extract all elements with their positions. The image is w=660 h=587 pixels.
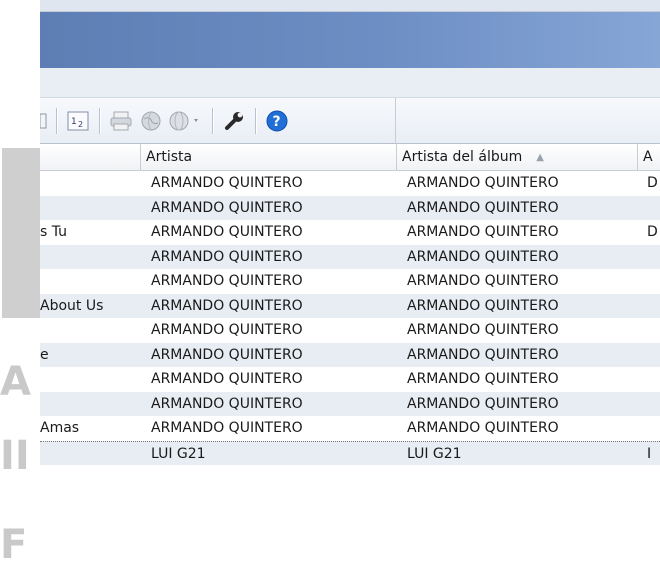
- toolbar-separator: [212, 108, 213, 134]
- watermark-letter: A: [0, 359, 31, 405]
- cell-album-artist: ARMANDO QUINTERO: [407, 199, 559, 216]
- sort-ascending-icon: ▲: [536, 152, 544, 163]
- partial-icon[interactable]: [40, 108, 48, 134]
- cell-artist: ARMANDO QUINTERO: [151, 199, 303, 216]
- cell-artist: ARMANDO QUINTERO: [151, 322, 303, 338]
- track-table: Artista Artista del álbum ▲ A ARMANDO QUI…: [40, 144, 660, 465]
- svg-text:1: 1: [71, 117, 77, 127]
- table-row[interactable]: ARMANDO QUINTERO ARMANDO QUINTERO: [40, 391, 660, 417]
- table-row[interactable]: ARMANDO QUINTERO ARMANDO QUINTERO: [40, 367, 660, 392]
- window-top-strip: [40, 0, 660, 12]
- toolbar-separator: [255, 108, 256, 134]
- cell-album: I: [647, 445, 652, 462]
- cell-album: [642, 318, 660, 343]
- cell-title: [40, 442, 136, 467]
- table-row[interactable]: ARMANDO QUINTERO ARMANDO QUINTERO D: [40, 171, 660, 196]
- title-bar: [40, 12, 660, 68]
- cell-artist: ARMANDO QUINTERO: [151, 248, 303, 265]
- svg-text:?: ?: [273, 114, 281, 130]
- cell-album: D: [647, 175, 658, 191]
- toolbar: 1 2 ?: [40, 98, 660, 144]
- cell-album: [642, 343, 660, 368]
- column-header-album-artist[interactable]: Artista del álbum ▲: [397, 144, 638, 171]
- cell-title: e: [40, 346, 49, 363]
- watermark-band: A II F: [0, 0, 40, 587]
- cell-artist: ARMANDO QUINTERO: [151, 420, 303, 436]
- cell-album-artist: ARMANDO QUINTERO: [407, 371, 559, 387]
- table-row[interactable]: Amas ARMANDO QUINTERO ARMANDO QUINTERO: [40, 416, 660, 441]
- column-header-artist[interactable]: Artista: [141, 144, 397, 171]
- cell-title: About Us: [40, 297, 104, 314]
- toolbar-divider: [395, 98, 396, 144]
- cell-album: [642, 392, 660, 417]
- cell-title: [40, 392, 136, 417]
- numbered-list-icon[interactable]: 1 2: [65, 108, 91, 134]
- cell-title: Amas: [40, 420, 80, 436]
- table-row[interactable]: LUI G21 LUI G21 I: [40, 440, 660, 467]
- table-row[interactable]: About Us ARMANDO QUINTERO ARMANDO QUINTERO: [40, 293, 660, 319]
- cell-album: [642, 294, 660, 319]
- toolbar-separator: [56, 108, 57, 134]
- cell-album: [642, 269, 660, 294]
- cell-album-artist: ARMANDO QUINTERO: [407, 224, 559, 240]
- cell-artist: ARMANDO QUINTERO: [151, 297, 303, 314]
- watermark-letter: F: [0, 522, 28, 568]
- cell-artist: ARMANDO QUINTERO: [151, 346, 303, 363]
- menu-bar: [40, 68, 660, 98]
- column-header-label: Artista del álbum: [402, 149, 523, 165]
- globe-dropdown-icon[interactable]: [168, 108, 204, 134]
- watermark-letter: II: [0, 433, 30, 479]
- wrench-icon[interactable]: [221, 108, 247, 134]
- table-body: ARMANDO QUINTERO ARMANDO QUINTERO D ARMANDO…: [40, 171, 660, 465]
- cell-artist: ARMANDO QUINTERO: [151, 395, 303, 412]
- cell-artist: ARMANDO QUINTERO: [151, 371, 303, 387]
- cell-title: [40, 269, 136, 294]
- column-header-label: Artista: [146, 149, 193, 165]
- cell-album-artist: LUI G21: [407, 445, 462, 462]
- watermark-bar: [2, 148, 40, 318]
- cell-title: [40, 245, 136, 270]
- cell-title: s Tu: [40, 224, 68, 240]
- help-icon[interactable]: ?: [264, 108, 290, 134]
- cell-album-artist: ARMANDO QUINTERO: [407, 248, 559, 265]
- cell-album-artist: ARMANDO QUINTERO: [407, 395, 559, 412]
- column-header-label: A: [643, 149, 653, 165]
- table-row[interactable]: e ARMANDO QUINTERO ARMANDO QUINTERO: [40, 342, 660, 368]
- cell-title: [40, 367, 136, 392]
- cell-title: [40, 196, 136, 221]
- cell-artist: ARMANDO QUINTERO: [151, 175, 303, 191]
- table-row[interactable]: ARMANDO QUINTERO ARMANDO QUINTERO: [40, 269, 660, 294]
- cell-album: [642, 367, 660, 392]
- table-row[interactable]: ARMANDO QUINTERO ARMANDO QUINTERO: [40, 318, 660, 343]
- cell-album-artist: ARMANDO QUINTERO: [407, 322, 559, 338]
- cell-album: D: [647, 224, 658, 240]
- cell-album-artist: ARMANDO QUINTERO: [407, 346, 559, 363]
- cell-album-artist: ARMANDO QUINTERO: [407, 273, 559, 289]
- print-icon[interactable]: [108, 108, 134, 134]
- cell-title: [40, 171, 136, 196]
- svg-text:2: 2: [78, 120, 83, 129]
- column-header-album[interactable]: A: [638, 144, 660, 171]
- table-row[interactable]: ARMANDO QUINTERO ARMANDO QUINTERO: [40, 195, 660, 221]
- table-row[interactable]: ARMANDO QUINTERO ARMANDO QUINTERO: [40, 244, 660, 270]
- cell-album: [642, 196, 660, 221]
- cell-album: [642, 245, 660, 270]
- cell-artist: LUI G21: [151, 445, 206, 462]
- table-header: Artista Artista del álbum ▲ A: [40, 144, 660, 171]
- cell-artist: ARMANDO QUINTERO: [151, 224, 303, 240]
- cell-title: [40, 318, 136, 343]
- table-row[interactable]: s Tu ARMANDO QUINTERO ARMANDO QUINTERO D: [40, 220, 660, 245]
- cell-artist: ARMANDO QUINTERO: [151, 273, 303, 289]
- globe-icon[interactable]: [138, 108, 164, 134]
- cell-album-artist: ARMANDO QUINTERO: [407, 175, 559, 191]
- cell-album: [642, 416, 660, 441]
- cell-album-artist: ARMANDO QUINTERO: [407, 420, 559, 436]
- column-header-title[interactable]: [40, 144, 141, 171]
- toolbar-separator: [99, 108, 100, 134]
- cell-album-artist: ARMANDO QUINTERO: [407, 297, 559, 314]
